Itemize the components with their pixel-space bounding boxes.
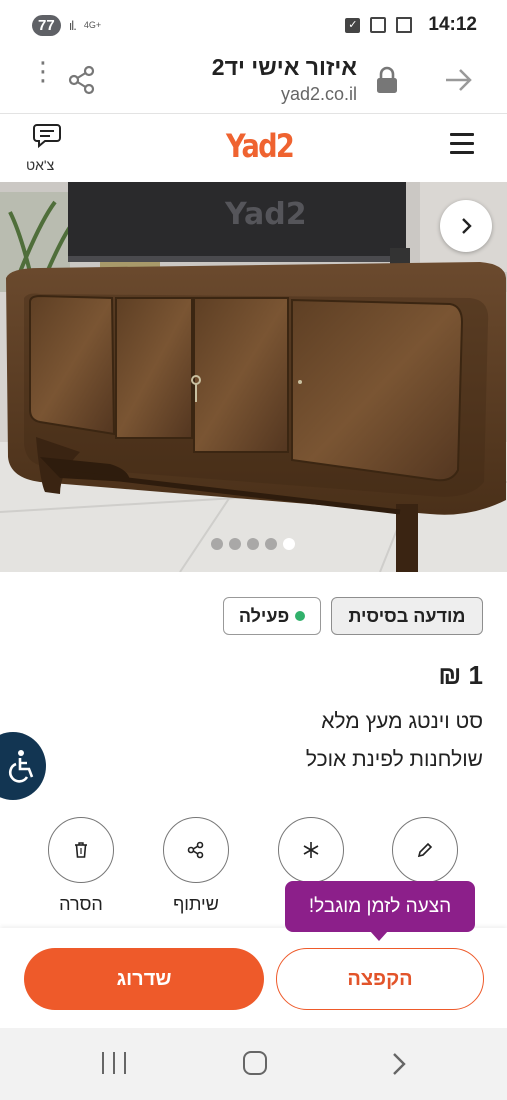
url-display[interactable]: איזור אישי יד2 yad2.co.il [212,54,357,105]
check-icon: ✓ [345,17,361,33]
freeze-button[interactable] [278,817,344,883]
gallery-dot[interactable] [247,538,259,550]
share-button[interactable] [163,817,229,883]
back-icon[interactable] [386,1050,410,1078]
chat-label[interactable]: צ'אט [26,157,54,173]
watermark-text: Yad2 [224,197,307,232]
recent-apps-icon[interactable] [102,1052,126,1074]
status-dot-icon [295,611,306,621]
gallery-dot-active[interactable] [283,538,295,550]
listing-price: 1 ₪ [438,660,483,690]
listing-photo: Yad2 [0,182,507,572]
lock-icon[interactable] [374,66,400,94]
notification-count-badge: 77 [32,14,61,36]
browser-toolbar: ⋮ איזור אישי יד2 yad2.co.il [0,50,507,112]
hamburger-menu-icon[interactable] [450,133,474,155]
site-header: צ'אט Yad2 [0,113,507,183]
ad-type-tag: מודעה בסיסית [331,597,483,635]
cast-icon [396,17,413,33]
wheelchair-icon [9,750,34,783]
page-domain: yad2.co.il [280,84,357,104]
tooltip-arrow [370,931,388,941]
edit-button[interactable] [392,817,458,883]
chat-icon[interactable] [33,123,61,149]
home-icon[interactable] [243,1051,267,1075]
share-icon[interactable] [64,62,100,98]
gallery-next-button[interactable] [440,200,492,252]
network-type: 4G+ [83,19,102,30]
listing-title-line-2: שולחנות לפינת אוכל [305,748,483,771]
snowflake-icon [303,842,319,858]
page-title: איזור אישי יד2 [211,54,357,80]
gallery-dot[interactable] [265,538,277,550]
gallery-pagination [211,538,295,550]
status-bar: 77 ıl. 4G+ ✓ 14:12 [0,0,507,50]
listing-image-gallery[interactable]: Yad2 [0,182,507,572]
system-navigation-bar [0,1028,507,1100]
yad2-logo[interactable]: Yad2 [226,127,295,165]
pencil-icon [417,842,433,858]
status-label: פעילה [238,605,290,626]
clock: 14:12 [428,14,477,35]
signal-icon: ıl. [68,17,77,33]
share-icon [187,841,204,859]
status-badge: פעילה [223,597,321,635]
upgrade-button[interactable]: שדרוג [24,948,264,1010]
trash-icon [75,842,87,858]
listing-title-line-1: סט וינטג מעץ מלא [321,710,483,733]
bump-button[interactable]: הקפצה [276,948,484,1010]
accessibility-button[interactable] [0,732,46,800]
more-options-icon[interactable]: ⋮ [30,58,56,84]
forward-arrow-icon[interactable] [440,62,476,98]
delete-label: הסרה [59,894,103,914]
chevron-right-icon [462,218,472,234]
share-label: שיתוף [173,894,219,914]
delete-button[interactable] [48,817,114,883]
screenshot-icon [370,17,387,33]
gallery-dot[interactable] [211,538,223,550]
gallery-dot[interactable] [229,538,241,550]
promo-tooltip[interactable]: הצעה לזמן מוגבל! [285,881,475,932]
